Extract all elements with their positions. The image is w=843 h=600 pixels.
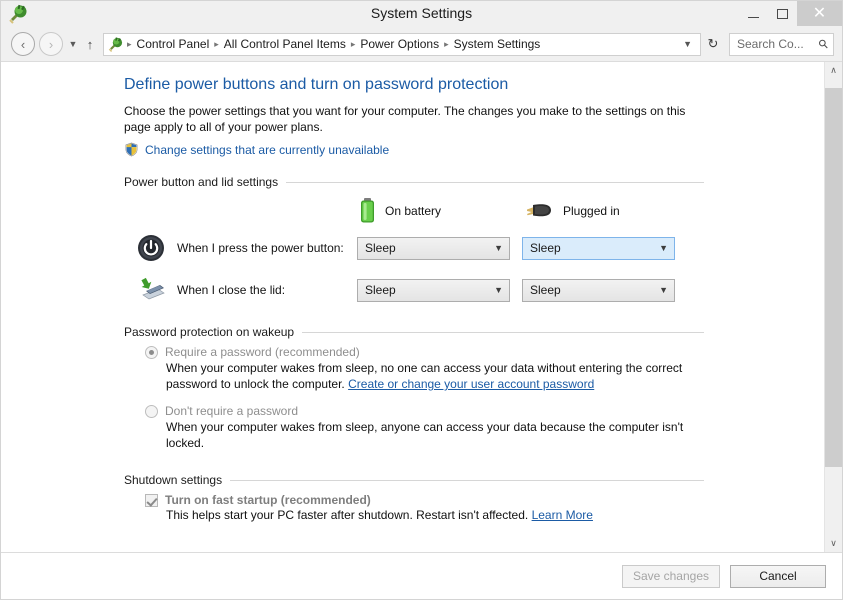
breadcrumb-power-options[interactable]: Power Options [356, 35, 443, 53]
maximize-icon [777, 8, 788, 19]
power-button-icon [136, 233, 166, 263]
chevron-down-icon: ▼ [659, 243, 668, 253]
title-bar: System Settings ✕ [1, 1, 842, 27]
breadcrumb-all-control-panel-items[interactable]: All Control Panel Items [220, 35, 350, 53]
scroll-up-button[interactable]: ∧ [825, 62, 842, 79]
on-battery-label: On battery [385, 204, 442, 218]
dont-require-password-description: When your computer wakes from sleep, any… [166, 420, 684, 450]
window-controls: ✕ [739, 1, 842, 26]
radio-require-password[interactable] [145, 346, 158, 359]
power-button-plugged-in-value: Sleep [530, 241, 561, 255]
radio-require-password-label: Require a password (recommended) [165, 345, 360, 359]
save-changes-button[interactable]: Save changes [621, 564, 720, 588]
close-lid-plugged-in-dropdown[interactable]: Sleep ▼ [522, 278, 675, 302]
vertical-scrollbar[interactable]: ∧ ∨ [824, 62, 842, 552]
page-description: Choose the power settings that you want … [124, 104, 686, 134]
breadcrumb-system-settings[interactable]: System Settings [450, 35, 545, 53]
address-bar[interactable]: ▸ Control Panel ▸ All Control Panel Item… [103, 32, 701, 56]
section-divider [230, 479, 704, 481]
power-columns-header: On battery Plugged in [359, 195, 804, 227]
plugged-in-label: Plugged in [563, 204, 620, 218]
back-button[interactable]: ‹ [11, 32, 35, 56]
power-plug-icon [524, 201, 554, 221]
change-settings-row[interactable]: Change settings that are currently unava… [124, 142, 804, 157]
close-lid-on-battery-value: Sleep [365, 283, 396, 297]
chevron-down-icon: ▼ [494, 243, 503, 253]
radio-dont-require-password-row[interactable]: Don't require a password [124, 404, 804, 418]
fast-startup-description-text: This helps start your PC faster after sh… [166, 508, 532, 522]
close-lid-on-battery-dropdown[interactable]: Sleep ▼ [357, 278, 510, 302]
close-icon: ✕ [812, 4, 827, 22]
password-section-heading: Password protection on wakeup [124, 325, 704, 339]
search-icon: ⚲ [815, 35, 832, 53]
section-divider [286, 181, 704, 183]
scroll-down-button[interactable]: ∨ [825, 535, 842, 552]
radio-dont-require-password[interactable] [145, 405, 158, 418]
address-chevron-down-icon[interactable]: ▼ [677, 39, 698, 49]
column-plugged-in: Plugged in [524, 201, 689, 221]
laptop-lid-icon [136, 275, 166, 305]
column-on-battery: On battery [359, 198, 524, 224]
battery-icon [359, 198, 376, 224]
scrollbar-thumb[interactable] [825, 88, 842, 467]
close-button[interactable]: ✕ [797, 1, 842, 26]
power-button-on-battery-dropdown[interactable]: Sleep ▼ [357, 236, 510, 260]
window-title: System Settings [370, 5, 473, 21]
require-password-description: When your computer wakes from sleep, no … [166, 360, 711, 392]
fast-startup-checkbox[interactable] [145, 494, 158, 507]
radio-require-password-row[interactable]: Require a password (recommended) [124, 345, 804, 359]
fast-startup-label: Turn on fast startup (recommended) [165, 493, 371, 507]
learn-more-link[interactable]: Learn More [532, 508, 593, 522]
refresh-button[interactable]: ↻ [702, 33, 724, 56]
maximize-button[interactable] [768, 1, 797, 26]
uac-shield-icon [124, 142, 139, 157]
power-button-on-battery-value: Sleep [365, 241, 396, 255]
password-section-title: Password protection on wakeup [124, 325, 295, 339]
system-settings-window: System Settings ✕ ‹ › ▼ ↑ ▸ Control Pane… [0, 0, 843, 600]
shutdown-section-title: Shutdown settings [124, 473, 223, 487]
power-section-heading: Power button and lid settings [124, 175, 704, 189]
fast-startup-description: This helps start your PC faster after sh… [166, 508, 804, 522]
forward-button[interactable]: › [39, 32, 63, 56]
recent-locations-chevron-down-icon[interactable]: ▼ [65, 39, 81, 49]
search-box[interactable]: Search Co... ⚲ [729, 32, 834, 56]
power-section-title: Power button and lid settings [124, 175, 279, 189]
section-divider [302, 331, 704, 333]
change-settings-link[interactable]: Change settings that are currently unava… [145, 143, 389, 157]
power-button-plugged-in-dropdown[interactable]: Sleep ▼ [522, 236, 675, 260]
cancel-button[interactable]: Cancel [730, 564, 826, 588]
breadcrumb-power-plug-icon [107, 36, 124, 53]
settings-content: Define power buttons and turn on passwor… [1, 62, 824, 552]
page-title: Define power buttons and turn on passwor… [124, 76, 509, 93]
minimize-icon [748, 16, 759, 18]
scrollbar-track[interactable] [825, 79, 842, 535]
setting-row-close-lid: When I close the lid: Sleep ▼ Sleep ▼ [124, 269, 804, 311]
breadcrumb-control-panel[interactable]: Control Panel [133, 35, 214, 53]
search-input[interactable]: Search Co... [737, 37, 804, 51]
close-lid-label: When I close the lid: [177, 283, 286, 297]
create-change-password-link[interactable]: Create or change your user account passw… [348, 377, 594, 391]
up-button[interactable]: ↑ [81, 37, 99, 52]
fast-startup-row[interactable]: Turn on fast startup (recommended) [124, 493, 804, 507]
close-lid-plugged-in-value: Sleep [530, 283, 561, 297]
content-area: Define power buttons and turn on passwor… [1, 61, 842, 552]
power-button-label: When I press the power button: [177, 241, 344, 255]
chevron-down-icon: ▼ [659, 285, 668, 295]
shutdown-section-heading: Shutdown settings [124, 473, 704, 487]
setting-row-power-button: When I press the power button: Sleep ▼ S… [124, 227, 804, 269]
radio-dont-require-password-label: Don't require a password [165, 404, 299, 418]
navigation-bar: ‹ › ▼ ↑ ▸ Control Panel ▸ All Control Pa… [1, 27, 842, 61]
chevron-down-icon: ▼ [494, 285, 503, 295]
footer-bar: Save changes Cancel [1, 552, 842, 599]
minimize-button[interactable] [739, 1, 768, 26]
